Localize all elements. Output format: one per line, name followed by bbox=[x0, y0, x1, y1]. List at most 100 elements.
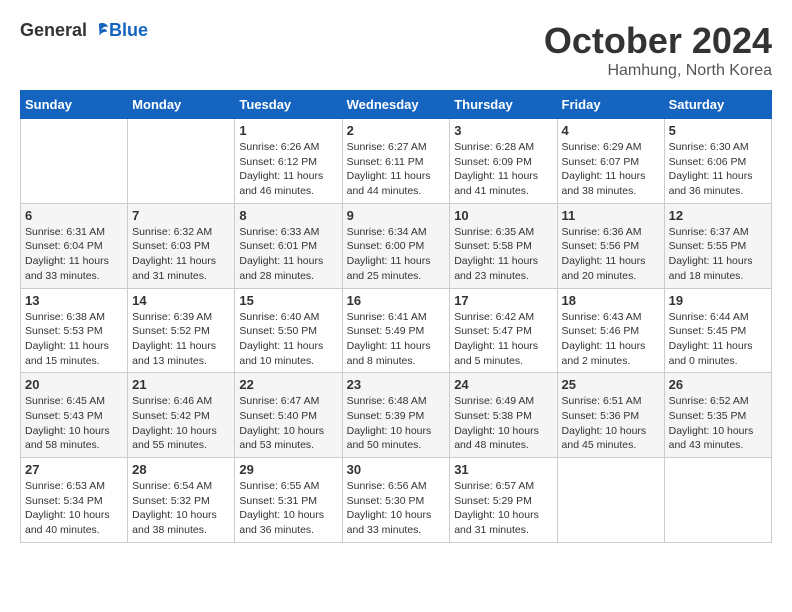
day-number: 18 bbox=[562, 293, 660, 308]
day-number: 13 bbox=[25, 293, 123, 308]
calendar-cell: 2 Sunrise: 6:27 AM Sunset: 6:11 PM Daylig… bbox=[342, 119, 450, 204]
calendar-cell: 4Sunrise: 6:29 AM Sunset: 6:07 PM Daylig… bbox=[557, 119, 664, 204]
calendar-cell: 5 Sunrise: 6:30 AM Sunset: 6:06 PM Daylig… bbox=[664, 119, 771, 204]
day-number: 20 bbox=[25, 377, 123, 392]
day-info: Sunrise: 6:38 AM Sunset: 5:53 PM Dayligh… bbox=[25, 310, 123, 369]
calendar-cell: 9 Sunrise: 6:34 AM Sunset: 6:00 PM Daylig… bbox=[342, 203, 450, 288]
day-info: Sunrise: 6:54 AM Sunset: 5:32 PM Dayligh… bbox=[132, 479, 230, 538]
day-number: 2 bbox=[347, 123, 446, 138]
day-number: 15 bbox=[239, 293, 337, 308]
day-number: 6 bbox=[25, 208, 123, 223]
day-info: Sunrise: 6:46 AM Sunset: 5:42 PM Dayligh… bbox=[132, 394, 230, 453]
calendar-cell: 30 Sunrise: 6:56 AM Sunset: 5:30 PM Dayli… bbox=[342, 458, 450, 543]
logo-general-text: General bbox=[20, 20, 87, 41]
calendar-cell: 8 Sunrise: 6:33 AM Sunset: 6:01 PM Daylig… bbox=[235, 203, 342, 288]
calendar-cell: 18 Sunrise: 6:43 AM Sunset: 5:46 PM Dayli… bbox=[557, 288, 664, 373]
logo-blue-text: Blue bbox=[109, 20, 148, 41]
calendar-cell: 11Sunrise: 6:36 AM Sunset: 5:56 PM Dayli… bbox=[557, 203, 664, 288]
calendar-cell: 13 Sunrise: 6:38 AM Sunset: 5:53 PM Dayli… bbox=[21, 288, 128, 373]
calendar-table: SundayMondayTuesdayWednesdayThursdayFrid… bbox=[20, 90, 772, 543]
calendar-header-friday: Friday bbox=[557, 91, 664, 119]
day-number: 24 bbox=[454, 377, 552, 392]
day-number: 9 bbox=[347, 208, 446, 223]
calendar-header-sunday: Sunday bbox=[21, 91, 128, 119]
day-info: Sunrise: 6:47 AM Sunset: 5:40 PM Dayligh… bbox=[239, 394, 337, 453]
calendar-cell bbox=[21, 119, 128, 204]
calendar-cell: 1 Sunrise: 6:26 AM Sunset: 6:12 PM Daylig… bbox=[235, 119, 342, 204]
calendar-header-row: SundayMondayTuesdayWednesdayThursdayFrid… bbox=[21, 91, 772, 119]
day-info: Sunrise: 6:51 AM Sunset: 5:36 PM Dayligh… bbox=[562, 394, 660, 453]
calendar-cell: 26Sunrise: 6:52 AM Sunset: 5:35 PM Dayli… bbox=[664, 373, 771, 458]
title-section: October 2024 Hamhung, North Korea bbox=[544, 20, 772, 80]
day-info: Sunrise: 6:56 AM Sunset: 5:30 PM Dayligh… bbox=[347, 479, 446, 538]
calendar-cell: 25 Sunrise: 6:51 AM Sunset: 5:36 PM Dayli… bbox=[557, 373, 664, 458]
calendar-cell: 29 Sunrise: 6:55 AM Sunset: 5:31 PM Dayli… bbox=[235, 458, 342, 543]
day-info: Sunrise: 6:53 AM Sunset: 5:34 PM Dayligh… bbox=[25, 479, 123, 538]
day-number: 3 bbox=[454, 123, 552, 138]
day-number: 30 bbox=[347, 462, 446, 477]
calendar-cell: 27 Sunrise: 6:53 AM Sunset: 5:34 PM Dayli… bbox=[21, 458, 128, 543]
day-number: 10 bbox=[454, 208, 552, 223]
day-number: 1 bbox=[239, 123, 337, 138]
day-number: 8 bbox=[239, 208, 337, 223]
day-info: Sunrise: 6:39 AM Sunset: 5:52 PM Dayligh… bbox=[132, 310, 230, 369]
logo-bird-icon bbox=[89, 22, 109, 40]
day-number: 7 bbox=[132, 208, 230, 223]
day-info: Sunrise: 6:31 AM Sunset: 6:04 PM Dayligh… bbox=[25, 225, 123, 284]
day-info: Sunrise: 6:42 AM Sunset: 5:47 PM Dayligh… bbox=[454, 310, 552, 369]
calendar-cell bbox=[128, 119, 235, 204]
day-number: 17 bbox=[454, 293, 552, 308]
calendar-cell: 6 Sunrise: 6:31 AM Sunset: 6:04 PM Daylig… bbox=[21, 203, 128, 288]
logo: General Blue bbox=[20, 20, 148, 41]
day-number: 23 bbox=[347, 377, 446, 392]
day-number: 14 bbox=[132, 293, 230, 308]
calendar-cell: 3 Sunrise: 6:28 AM Sunset: 6:09 PM Daylig… bbox=[450, 119, 557, 204]
calendar-cell: 24 Sunrise: 6:49 AM Sunset: 5:38 PM Dayli… bbox=[450, 373, 557, 458]
day-info: Sunrise: 6:28 AM Sunset: 6:09 PM Dayligh… bbox=[454, 140, 552, 199]
calendar-cell: 14 Sunrise: 6:39 AM Sunset: 5:52 PM Dayli… bbox=[128, 288, 235, 373]
calendar-cell: 23 Sunrise: 6:48 AM Sunset: 5:39 PM Dayli… bbox=[342, 373, 450, 458]
calendar-cell: 17 Sunrise: 6:42 AM Sunset: 5:47 PM Dayli… bbox=[450, 288, 557, 373]
day-info: Sunrise: 6:57 AM Sunset: 5:29 PM Dayligh… bbox=[454, 479, 552, 538]
calendar-week-4: 20Sunrise: 6:45 AM Sunset: 5:43 PM Dayli… bbox=[21, 373, 772, 458]
day-info: Sunrise: 6:43 AM Sunset: 5:46 PM Dayligh… bbox=[562, 310, 660, 369]
day-info: Sunrise: 6:32 AM Sunset: 6:03 PM Dayligh… bbox=[132, 225, 230, 284]
page-header: General Blue October 2024 Hamhung, North… bbox=[20, 20, 772, 80]
calendar-cell: 15Sunrise: 6:40 AM Sunset: 5:50 PM Dayli… bbox=[235, 288, 342, 373]
calendar-cell: 22 Sunrise: 6:47 AM Sunset: 5:40 PM Dayli… bbox=[235, 373, 342, 458]
calendar-cell bbox=[557, 458, 664, 543]
calendar-cell: 7 Sunrise: 6:32 AM Sunset: 6:03 PM Daylig… bbox=[128, 203, 235, 288]
calendar-week-5: 27 Sunrise: 6:53 AM Sunset: 5:34 PM Dayli… bbox=[21, 458, 772, 543]
calendar-header-thursday: Thursday bbox=[450, 91, 557, 119]
day-number: 22 bbox=[239, 377, 337, 392]
day-info: Sunrise: 6:27 AM Sunset: 6:11 PM Dayligh… bbox=[347, 140, 446, 199]
day-info: Sunrise: 6:41 AM Sunset: 5:49 PM Dayligh… bbox=[347, 310, 446, 369]
day-info: Sunrise: 6:37 AM Sunset: 5:55 PM Dayligh… bbox=[669, 225, 767, 284]
day-number: 5 bbox=[669, 123, 767, 138]
day-number: 29 bbox=[239, 462, 337, 477]
day-info: Sunrise: 6:26 AM Sunset: 6:12 PM Dayligh… bbox=[239, 140, 337, 199]
day-info: Sunrise: 6:35 AM Sunset: 5:58 PM Dayligh… bbox=[454, 225, 552, 284]
day-number: 12 bbox=[669, 208, 767, 223]
day-info: Sunrise: 6:49 AM Sunset: 5:38 PM Dayligh… bbox=[454, 394, 552, 453]
day-info: Sunrise: 6:34 AM Sunset: 6:00 PM Dayligh… bbox=[347, 225, 446, 284]
calendar-cell: 21Sunrise: 6:46 AM Sunset: 5:42 PM Dayli… bbox=[128, 373, 235, 458]
calendar-week-3: 13 Sunrise: 6:38 AM Sunset: 5:53 PM Dayli… bbox=[21, 288, 772, 373]
calendar-week-1: 1 Sunrise: 6:26 AM Sunset: 6:12 PM Daylig… bbox=[21, 119, 772, 204]
day-number: 27 bbox=[25, 462, 123, 477]
day-info: Sunrise: 6:48 AM Sunset: 5:39 PM Dayligh… bbox=[347, 394, 446, 453]
day-number: 11 bbox=[562, 208, 660, 223]
day-number: 19 bbox=[669, 293, 767, 308]
calendar-cell: 31Sunrise: 6:57 AM Sunset: 5:29 PM Dayli… bbox=[450, 458, 557, 543]
day-number: 4 bbox=[562, 123, 660, 138]
day-number: 25 bbox=[562, 377, 660, 392]
day-info: Sunrise: 6:33 AM Sunset: 6:01 PM Dayligh… bbox=[239, 225, 337, 284]
calendar-cell: 20Sunrise: 6:45 AM Sunset: 5:43 PM Dayli… bbox=[21, 373, 128, 458]
day-info: Sunrise: 6:55 AM Sunset: 5:31 PM Dayligh… bbox=[239, 479, 337, 538]
calendar-cell: 10 Sunrise: 6:35 AM Sunset: 5:58 PM Dayli… bbox=[450, 203, 557, 288]
location-text: Hamhung, North Korea bbox=[544, 62, 772, 80]
month-title: October 2024 bbox=[544, 20, 772, 62]
calendar-cell: 16Sunrise: 6:41 AM Sunset: 5:49 PM Dayli… bbox=[342, 288, 450, 373]
calendar-cell bbox=[664, 458, 771, 543]
day-info: Sunrise: 6:30 AM Sunset: 6:06 PM Dayligh… bbox=[669, 140, 767, 199]
